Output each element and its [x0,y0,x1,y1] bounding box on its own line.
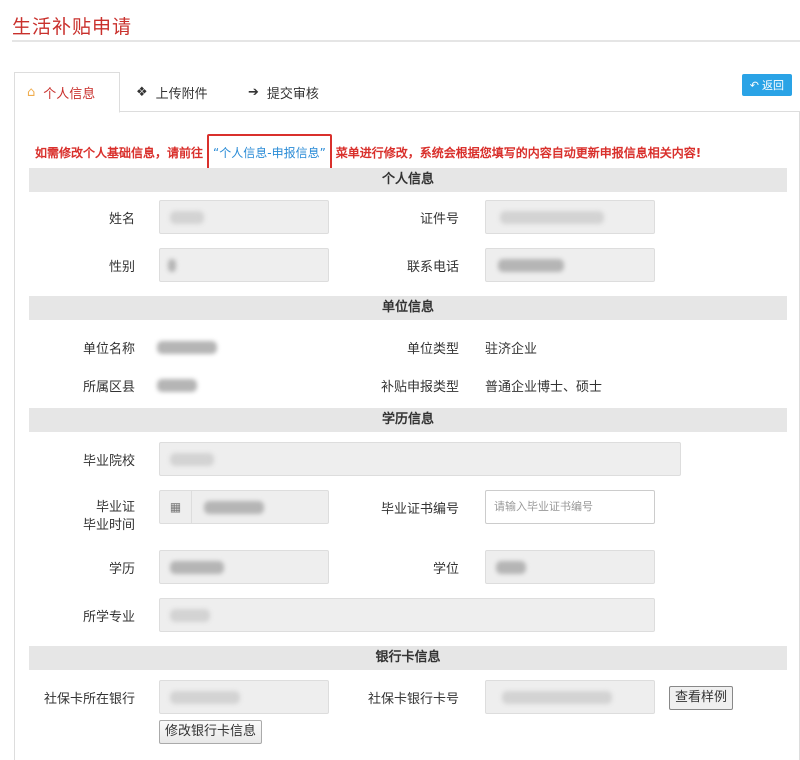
personal-info-menu-link[interactable]: “个人信息-申报信息” [207,134,332,171]
redacted-value [498,259,564,272]
section-header-bank: 银行卡信息 [29,646,787,670]
bank-field[interactable] [159,680,329,714]
title-divider [12,40,800,42]
degree-label: 学位 [432,562,459,577]
cubes-icon: ❖ [136,84,148,100]
education-level-field[interactable] [159,550,329,584]
redacted-value [500,211,604,224]
notice-prefix: 如需修改个人基础信息，请前往 [35,146,204,160]
graduation-time-label: 毕业时间 [82,518,135,533]
company-type-value: 驻济企业 [485,342,538,357]
subsidy-type-value: 普通企业博士、硕士 [485,380,603,395]
redacted-value [168,259,176,272]
tab-upload-attachments[interactable]: ❖ 上传附件 [124,72,220,112]
phone-label: 联系电话 [406,260,459,275]
school-label: 毕业院校 [82,454,135,469]
redacted-value [502,691,612,704]
page-title: 生活补贴申请 [12,16,133,38]
tab-personal-info[interactable]: ⌂ 个人信息 [14,72,120,113]
id-number-field[interactable] [485,200,655,234]
redacted-value [170,561,224,574]
cert-label: 毕业证 [95,500,135,515]
tab-label: 上传附件 [155,86,208,102]
graduation-date-field[interactable]: ▦ [159,490,329,524]
redacted-value [170,453,214,466]
notice-suffix: 菜单进行修改，系统会根据您填写的内容自动更新申报信息相关内容! [335,146,702,160]
section-header-company: 单位信息 [29,296,787,320]
school-field[interactable] [159,442,681,476]
back-button-label: 返回 [762,79,784,92]
redacted-value [170,609,210,622]
tab-bar: ⌂ 个人信息 ❖ 上传附件 ➔ 提交审核 ↶ 返回 [14,72,800,113]
back-button[interactable]: ↶ 返回 [741,74,792,96]
bank-label: 社保卡所在银行 [43,692,135,707]
district-label: 所属区县 [82,380,135,395]
section-header-education: 学历信息 [29,408,787,432]
redacted-value [496,561,526,574]
pushpin-icon: ➔ [248,84,259,100]
id-number-label: 证件号 [419,212,459,227]
company-type-label: 单位类型 [406,342,459,357]
gender-field[interactable] [159,248,329,282]
subsidy-type-label: 补贴申报类型 [380,380,459,395]
modify-bank-card-button[interactable]: 修改银行卡信息 [159,720,263,744]
cert-number-placeholder: 请输入毕业证书编号 [494,500,593,513]
gender-label: 性别 [108,260,135,275]
company-name-label: 单位名称 [82,342,135,357]
section-header-personal: 个人信息 [29,168,787,192]
card-number-field[interactable] [485,680,655,714]
tab-submit-review[interactable]: ➔ 提交审核 [236,72,331,112]
phone-field[interactable] [485,248,655,282]
name-field[interactable] [159,200,329,234]
major-field[interactable] [159,598,655,632]
cert-number-label: 毕业证书编号 [380,502,459,517]
degree-field[interactable] [485,550,655,584]
notice-text: 如需修改个人基础信息，请前往 “个人信息-申报信息” 菜单进行修改，系统会根据您… [35,134,701,171]
tab-label: 个人信息 [43,87,96,102]
company-name-value [157,341,217,354]
name-label: 姓名 [108,212,135,227]
cert-number-input[interactable]: 请输入毕业证书编号 [485,490,655,524]
tab-label: 提交审核 [266,86,319,102]
application-panel: ⌂ 个人信息 ❖ 上传附件 ➔ 提交审核 ↶ 返回 如需修改个人基础信息，请前往… [14,72,800,760]
redacted-value [170,211,204,224]
reply-icon: ↶ [749,78,759,92]
major-label: 所学专业 [82,610,135,625]
district-value [157,379,197,392]
redacted-value [170,691,240,704]
education-level-label: 学历 [108,562,135,577]
tab-content: 如需修改个人基础信息，请前往 “个人信息-申报信息” 菜单进行修改，系统会根据您… [14,112,800,760]
card-number-label: 社保卡银行卡号 [367,692,459,707]
view-example-button[interactable]: 查看样例 [669,686,734,710]
redacted-value [204,501,264,514]
calendar-icon: ▦ [160,491,192,523]
home-icon: ⌂ [27,85,36,100]
